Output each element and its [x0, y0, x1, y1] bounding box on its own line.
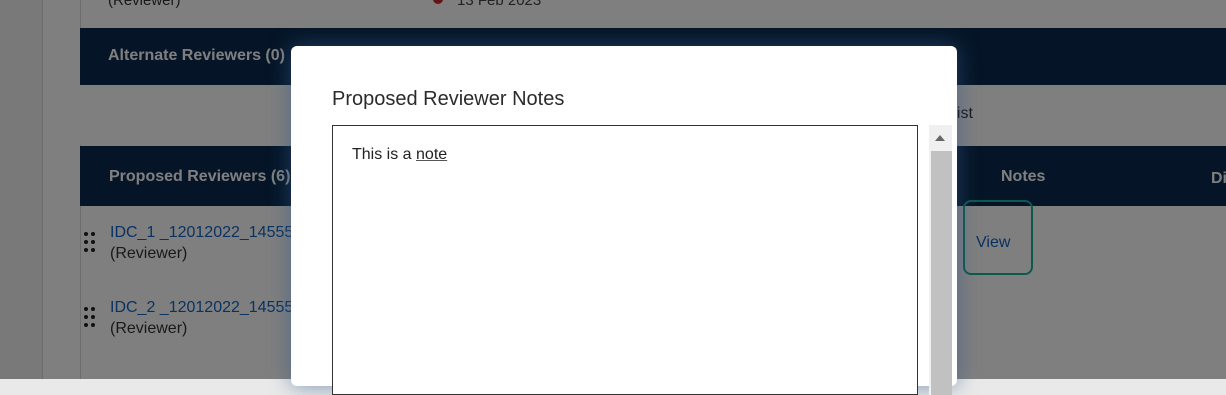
notes-text-prefix: This is a [352, 146, 417, 163]
scroll-up-arrow-icon[interactable] [929, 129, 952, 147]
notes-content: This is a note [352, 146, 447, 164]
notes-scrollbar[interactable] [929, 125, 952, 395]
scroll-thumb[interactable] [931, 151, 952, 395]
dialog-title: Proposed Reviewer Notes [332, 88, 565, 110]
notes-text-underlined: note [416, 146, 448, 163]
reviewer-notes-dialog: Proposed Reviewer Notes This is a note [291, 46, 957, 395]
notes-textarea[interactable]: This is a note [332, 125, 918, 395]
